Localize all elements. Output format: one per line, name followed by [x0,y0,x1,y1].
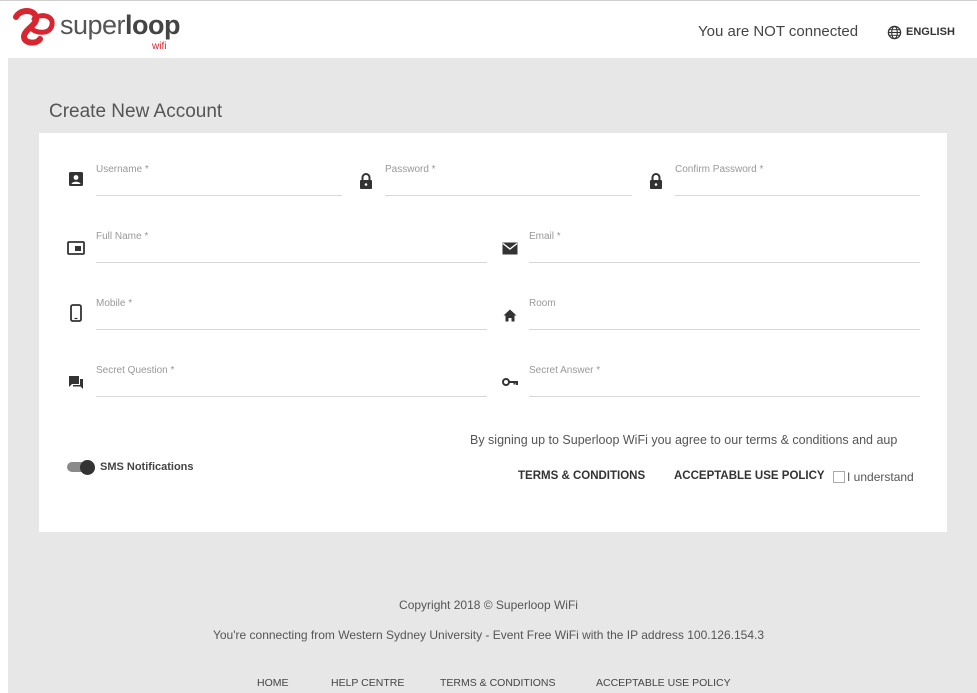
lock-icon [357,172,375,190]
full-name-input[interactable] [96,243,487,261]
secret-answer-field: Secret Answer * [501,365,920,397]
contact-card-icon [67,170,85,188]
confirm-password-label: Confirm Password * [675,164,764,175]
key-icon [501,373,519,391]
footer-nav-aup[interactable]: ACCEPTABLE USE POLICY [596,677,731,689]
toggle-knob [80,460,95,475]
mobile-field: Mobile * [67,298,487,330]
lock-icon [647,172,665,190]
agreement-text: By signing up to Superloop WiFi you agre… [470,433,898,447]
copyright-text: Copyright 2018 © Superloop WiFi [399,598,578,612]
sms-notifications-label: SMS Notifications [100,461,194,473]
confirm-password-container: Confirm Password * [675,164,920,196]
id-card-icon [67,239,85,257]
sms-notifications-toggle[interactable] [67,460,95,475]
username-container: Username * [96,164,342,196]
secret-question-field: Secret Question * [67,365,487,397]
mobile-label: Mobile * [96,298,133,309]
room-field: Room [501,298,920,330]
home-icon [501,306,519,324]
chat-bubble-icon [67,373,85,391]
language-selector[interactable]: ENGLISH [887,23,955,41]
full-name-label: Full Name * [96,231,149,242]
superloop-logo[interactable]: superloop wifi [10,7,181,55]
username-input[interactable] [96,176,342,194]
superloop-logo-mark [13,8,55,46]
secret-question-label: Secret Question * [96,365,175,376]
username-label: Username * [96,164,149,175]
password-label: Password * [385,164,436,175]
email-container: Email * [529,231,920,263]
secret-answer-input[interactable] [529,377,920,395]
i-understand-checkbox[interactable] [833,471,845,483]
password-field: Password * [357,164,632,196]
footer-nav-home[interactable]: HOME [257,677,289,689]
email-input[interactable] [529,243,920,261]
secret-answer-container: Secret Answer * [529,365,920,397]
confirm-password-field: Confirm Password * [647,164,920,196]
acceptable-use-policy-link[interactable]: ACCEPTABLE USE POLICY [674,470,825,482]
email-label: Email * [529,231,561,242]
room-container: Room [529,298,920,330]
password-container: Password * [385,164,632,196]
language-label: ENGLISH [906,26,955,38]
i-understand-label: I understand [847,470,914,484]
confirm-password-input[interactable] [675,176,920,194]
connection-status: You are NOT connected [698,23,859,40]
logo-wordmark: superloop [60,10,181,40]
secret-question-container: Secret Question * [96,365,487,397]
secret-question-input[interactable] [96,377,487,395]
mobile-input[interactable] [96,310,487,328]
password-input[interactable] [385,176,632,194]
footer-nav-terms[interactable]: TERMS & CONDITIONS [440,677,556,689]
envelope-icon [501,239,519,257]
secret-answer-label: Secret Answer * [529,365,601,376]
mobile-phone-icon [67,304,85,322]
room-input[interactable] [529,310,920,328]
globe-icon [887,25,902,39]
room-label: Room [529,298,556,309]
full-name-field: Full Name * [67,231,487,263]
top-header: superloop wifi You are NOT connected ENG… [0,0,977,58]
terms-conditions-link[interactable]: TERMS & CONDITIONS [518,470,645,482]
footer-nav-help-centre[interactable]: HELP CENTRE [331,677,404,689]
connection-info-text: You're connecting from Western Sydney Un… [212,628,764,642]
email-field: Email * [501,231,920,263]
mobile-container: Mobile * [96,298,487,330]
page-title: Create New Account [49,101,223,122]
username-field: Username * [67,164,342,196]
logo-subtitle: wifi [152,41,167,52]
full-name-container: Full Name * [96,231,487,263]
